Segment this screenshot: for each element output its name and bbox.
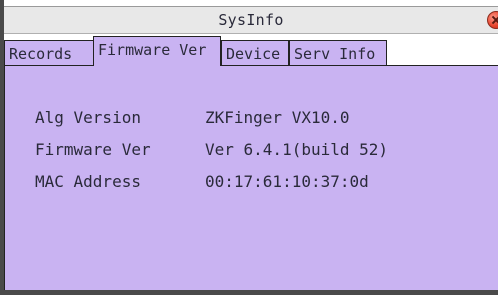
tab-firmware-ver[interactable]: Firmware Ver xyxy=(93,36,221,66)
info-row-firmware-ver: Firmware Ver Ver 6.4.1(build 52) xyxy=(35,140,388,159)
tab-serv-info[interactable]: Serv Info xyxy=(289,40,387,66)
tab-divider xyxy=(4,65,498,66)
tab-records[interactable]: Records xyxy=(4,40,94,66)
info-row-mac-address: MAC Address 00:17:61:10:37:0d xyxy=(35,172,369,191)
info-row-alg-version: Alg Version ZKFinger VX10.0 xyxy=(35,108,350,127)
firmware-panel: Alg Version ZKFinger VX10.0 Firmware Ver V… xyxy=(4,66,498,295)
info-label: MAC Address xyxy=(35,172,141,191)
info-label: Alg Version xyxy=(35,108,141,127)
tab-bar: Records Firmware Ver Device Serv Info xyxy=(4,34,498,66)
sysinfo-window: SysInfo Records Firmware Ver Device Serv… xyxy=(0,0,498,295)
info-value: 00:17:61:10:37:0d xyxy=(205,172,369,191)
window-title: SysInfo xyxy=(218,11,284,29)
window-bottom-edge xyxy=(4,290,498,295)
tab-device[interactable]: Device xyxy=(221,40,289,66)
info-value: Ver 6.4.1(build 52) xyxy=(205,140,389,159)
title-bar: SysInfo xyxy=(4,6,498,34)
info-value: ZKFinger VX10.0 xyxy=(205,108,350,127)
close-icon[interactable] xyxy=(487,11,498,29)
info-label: Firmware Ver xyxy=(35,140,151,159)
